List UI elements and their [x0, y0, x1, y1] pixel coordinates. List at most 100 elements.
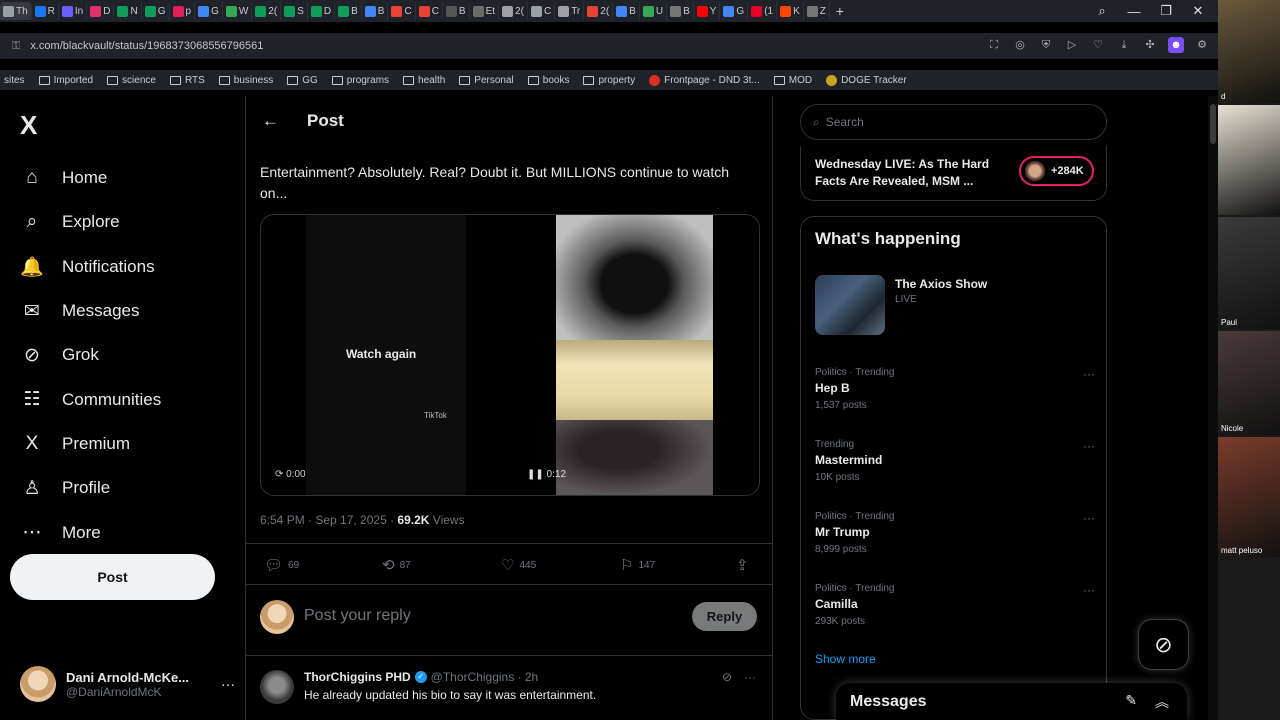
browser-tab[interactable]: S: [281, 2, 308, 20]
reply-input[interactable]: Post your reply: [304, 607, 411, 625]
post-time[interactable]: 6:54 PM · Sep 17, 2025 ·: [260, 513, 397, 527]
nav-item-notifications[interactable]: 🔔 Notifications: [20, 245, 161, 289]
browser-tab[interactable]: 2(: [252, 2, 282, 20]
bookmark-item[interactable]: property: [583, 75, 635, 86]
browser-tab[interactable]: 2(: [584, 2, 614, 20]
browser-tab[interactable]: K: [777, 2, 804, 20]
bookmark-item[interactable]: GG: [287, 75, 318, 86]
download-icon[interactable]: ⤓: [1116, 37, 1132, 53]
nav-item-grok[interactable]: ⊘ Grok: [20, 333, 161, 377]
nav-item-explore[interactable]: ⌕ Explore: [20, 200, 161, 244]
new-message-icon[interactable]: ✎: [1125, 692, 1137, 712]
grok-button[interactable]: ⊘: [1138, 619, 1189, 670]
reply-tweet[interactable]: ThorChiggins PHD ✓ @ThorChiggins · 2h He…: [246, 664, 772, 720]
scrollbar[interactable]: [1208, 96, 1218, 720]
nav-item-profile[interactable]: ♙ Profile: [20, 466, 161, 510]
bookmark-item[interactable]: DOGE Tracker: [826, 74, 907, 86]
repost-action[interactable]: ⟲ 87: [382, 556, 411, 574]
browser-tab[interactable]: D: [308, 2, 336, 20]
browser-tab[interactable]: G: [720, 2, 749, 20]
messages-drawer[interactable]: Messages ✎ ︽: [836, 683, 1187, 720]
reply-author-handle[interactable]: @ThorChiggins · 2h: [431, 670, 539, 684]
bookmark-item[interactable]: MOD: [773, 75, 812, 86]
avatar[interactable]: [260, 670, 294, 704]
bookmark-item[interactable]: science: [107, 75, 156, 86]
browser-tab[interactable]: B: [667, 2, 694, 20]
browser-tab[interactable]: Et: [470, 2, 500, 20]
nav-item-home[interactable]: ⌂ Home: [20, 156, 161, 200]
browser-tab[interactable]: Th: [0, 2, 32, 20]
live-listeners-badge[interactable]: +284K: [1019, 156, 1094, 186]
browser-tab[interactable]: B: [335, 2, 362, 20]
trend-item[interactable]: Politics · Trending Camilla 293K posts ···: [815, 583, 1095, 643]
nav-item-premium[interactable]: X Premium: [20, 422, 161, 466]
live-space-card[interactable]: Wednesday LIVE: As The Hard Facts Are Re…: [800, 146, 1107, 201]
pause-timestamp[interactable]: ❚❚ 0:12: [527, 469, 566, 480]
nav-item-messages[interactable]: ✉ Messages: [20, 289, 161, 333]
browser-tab[interactable]: Y: [694, 2, 721, 20]
browser-tab[interactable]: G: [142, 2, 170, 20]
chevron-up-icon[interactable]: ︽: [1155, 692, 1169, 712]
video-player[interactable]: Watch again TikTok ⟳ 0:00 ❚❚ 0:12: [260, 214, 760, 496]
scrollbar-thumb[interactable]: [1210, 104, 1216, 144]
bookmark-item[interactable]: programs: [331, 75, 389, 86]
url-text[interactable]: x.com/blackvault/status/1968373068556796…: [30, 40, 263, 52]
bookmark-item[interactable]: Frontpage - DND 3t...: [649, 74, 760, 86]
account-switcher[interactable]: Dani Arnold-McKe... @DaniArnoldMcK ···: [20, 666, 235, 702]
reply-button[interactable]: Reply: [692, 602, 757, 631]
play-icon[interactable]: ▷: [1064, 37, 1080, 53]
reply-action[interactable]: 💬︎ 69: [264, 556, 299, 574]
nav-item-communities[interactable]: ☷ Communities: [20, 377, 161, 421]
bookmark-item[interactable]: Personal: [459, 75, 514, 86]
bookmark-action[interactable]: ⚐ 147: [620, 556, 655, 574]
browser-tab[interactable]: 2(: [499, 2, 528, 20]
more-icon[interactable]: ···: [1083, 583, 1095, 597]
like-action[interactable]: ♡ 445: [501, 556, 536, 574]
bookmark-item[interactable]: Imported: [38, 75, 93, 86]
share-action[interactable]: ⇪: [736, 556, 749, 574]
trend-item[interactable]: Politics · Trending Hep B 1,537 posts ···: [815, 367, 1095, 427]
more-icon[interactable]: ···: [1083, 511, 1095, 525]
featured-event[interactable]: The Axios Show LIVE: [815, 275, 1095, 337]
minimize-icon[interactable]: —: [1118, 4, 1150, 19]
close-icon[interactable]: ✕: [1182, 3, 1214, 19]
browser-tab[interactable]: Z: [804, 2, 830, 20]
shield-icon[interactable]: ⛨: [1038, 37, 1054, 53]
browser-tab[interactable]: R: [32, 2, 59, 20]
browser-tab[interactable]: C: [528, 2, 556, 20]
bookmark-item[interactable]: RTS: [169, 75, 205, 86]
browser-tab[interactable]: N: [114, 2, 142, 20]
browser-tab[interactable]: B: [613, 2, 640, 20]
search-tabs-icon[interactable]: ⌕: [1086, 3, 1118, 19]
bookmark-item[interactable]: health: [403, 75, 445, 86]
show-more-link[interactable]: Show more: [815, 652, 876, 666]
more-icon[interactable]: ···: [221, 676, 235, 692]
x-logo-icon[interactable]: X: [20, 110, 37, 141]
trend-item[interactable]: Trending Mastermind 10K posts ···: [815, 439, 1095, 499]
browser-tab[interactable]: B: [443, 2, 470, 20]
browser-tab[interactable]: In: [59, 2, 88, 20]
reply-author-name[interactable]: ThorChiggins PHD: [304, 670, 411, 684]
profile-extension-icon[interactable]: ☻: [1168, 37, 1184, 53]
puzzle-icon[interactable]: ✣: [1142, 37, 1158, 53]
replay-timestamp[interactable]: ⟳ 0:00: [275, 469, 306, 480]
browser-tab[interactable]: U: [640, 2, 668, 20]
bookmark-item[interactable]: business: [218, 75, 273, 86]
grok-icon[interactable]: ⊘: [722, 670, 732, 684]
more-icon[interactable]: ···: [744, 670, 756, 684]
search-input[interactable]: ⌕ Search: [800, 104, 1107, 140]
browser-tab[interactable]: D: [87, 2, 115, 20]
trend-item[interactable]: Politics · Trending Mr Trump 8,999 posts ··…: [815, 511, 1095, 571]
site-info-icon[interactable]: ⚿: [12, 40, 20, 53]
live-title[interactable]: Wednesday LIVE: As The Hard Facts Are Re…: [815, 156, 1015, 190]
browser-tab[interactable]: p: [170, 2, 196, 20]
address-bar[interactable]: ⚿ x.com/blackvault/status/19683730685567…: [0, 33, 1218, 59]
restore-icon[interactable]: ❐: [1150, 3, 1182, 19]
back-arrow-icon[interactable]: ←: [262, 111, 279, 131]
browser-tab[interactable]: C: [416, 2, 443, 20]
bookmark-item[interactable]: books: [527, 75, 569, 86]
translate-icon[interactable]: ⛶: [986, 37, 1002, 53]
more-icon[interactable]: ···: [1083, 367, 1095, 381]
nav-item-more[interactable]: ⋯ More: [20, 510, 161, 554]
browser-tab[interactable]: W: [223, 2, 253, 20]
